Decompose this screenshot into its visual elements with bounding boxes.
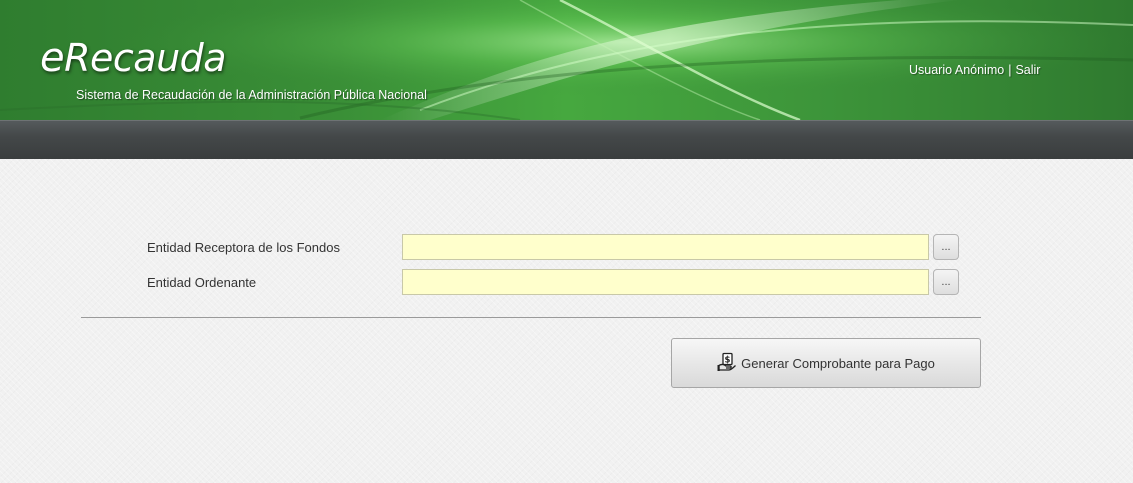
logo-e: e [40, 35, 65, 81]
form-divider [81, 317, 981, 318]
app-subtitle: Sistema de Recaudación de la Administrac… [76, 88, 427, 102]
nav-bar [0, 120, 1133, 159]
user-separator: | [1008, 63, 1012, 77]
receiving-entity-input[interactable] [402, 234, 929, 260]
generate-payment-voucher-button[interactable]: $ Generar Comprobante para Pago [671, 338, 981, 388]
logout-link[interactable]: Salir [1015, 63, 1040, 77]
svg-text:$: $ [725, 356, 731, 366]
money-hand-icon: $ [717, 352, 737, 372]
logo-text: Recauda [64, 36, 227, 80]
app-logo: eRecauda [40, 35, 227, 81]
user-name: Usuario Anónimo [909, 63, 1005, 77]
receiving-entity-label: Entidad Receptora de los Fondos [147, 240, 340, 255]
app-header: eRecauda Sistema de Recaudación de la Ad… [0, 0, 1133, 120]
ordering-entity-lookup-button[interactable]: ... [933, 269, 959, 295]
generate-button-label: Generar Comprobante para Pago [741, 355, 935, 371]
receiving-entity-lookup-button[interactable]: ... [933, 234, 959, 260]
ordering-entity-label: Entidad Ordenante [147, 275, 257, 290]
user-area: Usuario Anónimo | Salir [909, 63, 1040, 77]
main-content: Entidad Receptora de los Fondos ... Enti… [0, 159, 1133, 483]
ordering-entity-input[interactable] [402, 269, 929, 295]
